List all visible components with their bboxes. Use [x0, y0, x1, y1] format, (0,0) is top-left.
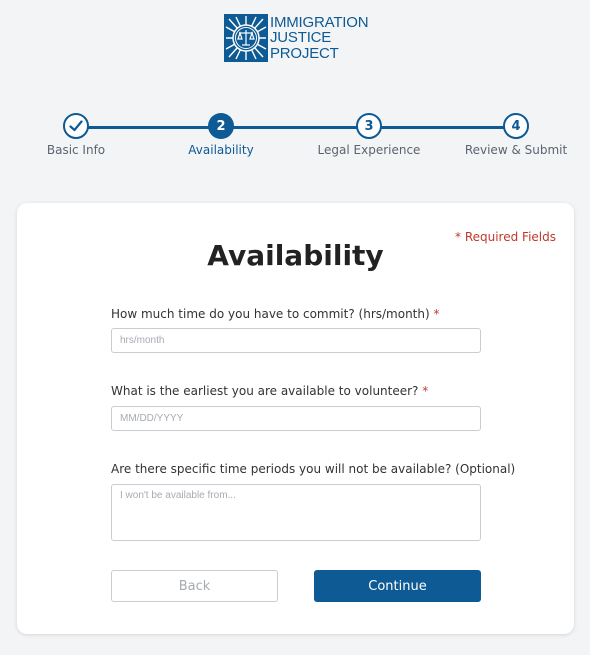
hours-label-text: How much time do you have to commit? (hr… — [111, 307, 430, 321]
earliest-date-input[interactable] — [111, 406, 481, 431]
scales-of-justice-icon — [224, 14, 268, 62]
logo-line-1: IMMIGRATION — [270, 13, 369, 31]
step-1-complete-icon — [63, 113, 89, 139]
step-2-number: 2 — [208, 113, 234, 139]
earliest-date-field-label: What is the earliest you are available t… — [111, 384, 428, 398]
stepper-track — [76, 126, 516, 129]
logo-wordmark: IMMIGRATION JUSTICE PROJECT — [270, 13, 369, 62]
back-button[interactable]: Back — [111, 570, 278, 602]
unavailable-periods-field-label: Are there specific time periods you will… — [111, 462, 516, 476]
hours-per-month-input[interactable] — [111, 328, 481, 353]
logo: IMMIGRATION JUSTICE PROJECT — [224, 13, 369, 62]
page-title: Availability — [207, 239, 384, 272]
logo-line-2: JUSTICE — [270, 29, 332, 47]
continue-button[interactable]: Continue — [314, 570, 481, 602]
logo-line-3: PROJECT — [270, 44, 339, 62]
required-asterisk: * — [433, 307, 440, 321]
step-4-number: 4 — [503, 113, 529, 139]
required-asterisk: * — [422, 384, 429, 398]
hours-field-label: How much time do you have to commit? (hr… — [111, 307, 440, 321]
availability-form-card: * Required Fields Availability How much … — [17, 203, 574, 634]
unavailable-periods-textarea[interactable] — [111, 484, 481, 541]
step-2-label: Availability — [188, 143, 254, 157]
earliest-date-label-text: What is the earliest you are available t… — [111, 384, 419, 398]
progress-stepper: Basic Info 2 Availability 3 Legal Experi… — [0, 112, 590, 162]
step-4-label: Review & Submit — [464, 143, 568, 157]
step-1-label: Basic Info — [46, 143, 106, 157]
step-3-number: 3 — [356, 113, 382, 139]
checkmark-icon — [69, 120, 83, 132]
step-3-label: Legal Experience — [317, 143, 421, 157]
